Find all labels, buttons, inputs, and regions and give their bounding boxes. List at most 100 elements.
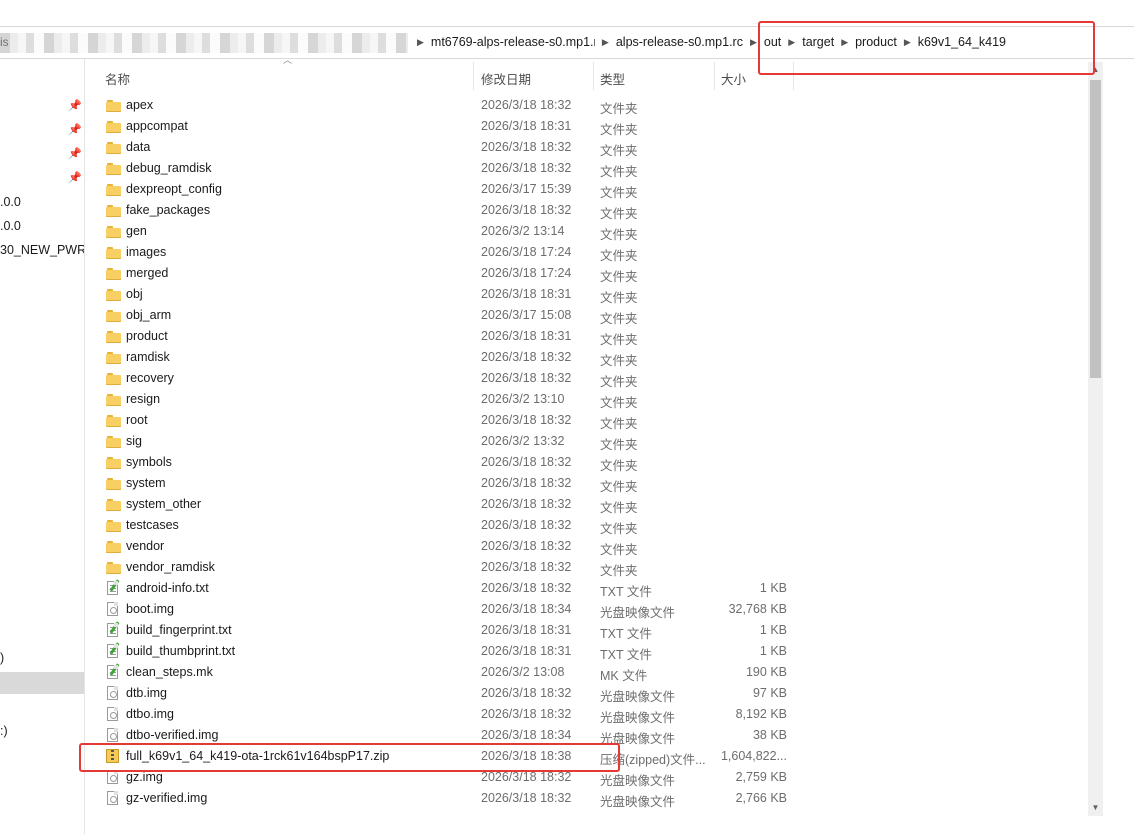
file-type: MK 文件	[600, 669, 648, 683]
file-list: apex 2026/3/18 18:32 文件夹 appcompat 2026/3/18…	[100, 95, 1090, 809]
file-row[interactable]: gen 2026/3/2 13:14 文件夹	[100, 221, 1090, 242]
file-modified-date: 2026/3/18 18:32	[481, 203, 572, 217]
breadcrumb-item-out[interactable]: out	[764, 35, 781, 49]
file-row[interactable]: sig 2026/3/2 13:32 文件夹	[100, 431, 1090, 452]
folder-icon	[106, 476, 121, 491]
file-name: full_k69v1_64_k419-ota-1rck61v164bspP17.…	[126, 749, 390, 763]
file-type: 文件夹	[600, 417, 638, 431]
address-bar[interactable]: is ▶ mt6769-alps-release-s0.mp1.rc ▶ alp…	[0, 26, 1134, 59]
file-row[interactable]: system 2026/3/18 18:32 文件夹	[100, 473, 1090, 494]
nav-item[interactable]: :)	[0, 724, 8, 738]
column-divider[interactable]	[473, 62, 474, 90]
file-row[interactable]: images 2026/3/18 17:24 文件夹	[100, 242, 1090, 263]
file-row[interactable]: gz-verified.img 2026/3/18 18:32 光盘映像文件 2,76…	[100, 788, 1090, 809]
file-row[interactable]: debug_ramdisk 2026/3/18 18:32 文件夹	[100, 158, 1090, 179]
file-row[interactable]: recovery 2026/3/18 18:32 文件夹	[100, 368, 1090, 389]
file-row[interactable]: build_fingerprint.txt 2026/3/18 18:31 TXT …	[100, 620, 1090, 641]
file-name: boot.img	[126, 602, 174, 616]
column-header-type[interactable]: 类型	[600, 69, 625, 88]
file-name: android-info.txt	[126, 581, 209, 595]
folder-icon	[106, 245, 121, 260]
vertical-scrollbar[interactable]: ▲ ▼	[1088, 62, 1103, 816]
disc-image-icon	[107, 770, 118, 784]
scroll-down-arrow-icon[interactable]: ▼	[1088, 800, 1103, 816]
chevron-right-icon[interactable]: ▶	[841, 37, 848, 48]
nav-item[interactable]: .0.0	[0, 219, 21, 233]
file-row[interactable]: dexpreopt_config 2026/3/17 15:39 文件夹	[100, 179, 1090, 200]
file-row[interactable]: product 2026/3/18 18:31 文件夹	[100, 326, 1090, 347]
breadcrumb-item-product[interactable]: product	[855, 35, 897, 49]
nav-item[interactable]: )	[0, 651, 4, 665]
file-name: build_fingerprint.txt	[126, 623, 232, 637]
file-row[interactable]: gz.img 2026/3/18 18:32 光盘映像文件 2,759 KB	[100, 767, 1090, 788]
file-row[interactable]: dtbo.img 2026/3/18 18:32 光盘映像文件 8,192 KB	[100, 704, 1090, 725]
nav-item[interactable]: 30_NEW_PWRC	[0, 243, 84, 257]
file-row[interactable]: full_k69v1_64_k419-ota-1rck61v164bspP17.…	[100, 746, 1090, 767]
file-name: system_other	[126, 497, 202, 511]
file-row[interactable]: obj 2026/3/18 18:31 文件夹	[100, 284, 1090, 305]
file-row[interactable]: data 2026/3/18 18:32 文件夹	[100, 137, 1090, 158]
file-type: 光盘映像文件	[600, 795, 676, 809]
file-name: build_thumbprint.txt	[126, 644, 236, 658]
file-row[interactable]: ramdisk 2026/3/18 18:32 文件夹	[100, 347, 1090, 368]
chevron-right-icon[interactable]: ▶	[788, 37, 795, 48]
column-header-size[interactable]: 大小	[721, 69, 746, 88]
nav-item-selected[interactable]	[0, 672, 84, 694]
chevron-right-icon[interactable]: ▶	[904, 37, 911, 48]
file-row[interactable]: android-info.txt 2026/3/18 18:32 TXT 文件 1 K…	[100, 578, 1090, 599]
file-row[interactable]: system_other 2026/3/18 18:32 文件夹	[100, 494, 1090, 515]
navigation-pane[interactable]: 📌 📌 📌 📌 .0.0 .0.0 30_NEW_PWRC ) :)	[0, 59, 85, 834]
folder-icon	[106, 266, 121, 281]
file-modified-date: 2026/3/2 13:32	[481, 434, 565, 448]
column-header-name[interactable]: 名称	[105, 69, 130, 88]
file-row[interactable]: vendor 2026/3/18 18:32 文件夹	[100, 536, 1090, 557]
breadcrumb-item-mt6769[interactable]: mt6769-alps-release-s0.mp1.rc	[431, 35, 595, 49]
column-divider[interactable]	[714, 62, 715, 90]
file-row[interactable]: dtb.img 2026/3/18 18:32 光盘映像文件 97 KB	[100, 683, 1090, 704]
file-modified-date: 2026/3/17 15:39	[481, 182, 572, 196]
column-header-date[interactable]: 修改日期	[481, 69, 531, 88]
file-name: gz-verified.img	[126, 791, 208, 805]
file-modified-date: 2026/3/18 18:32	[481, 476, 572, 490]
column-divider[interactable]	[793, 62, 794, 90]
chevron-right-icon[interactable]: ▶	[602, 37, 609, 48]
column-headers: 名称 修改日期 类型 大小	[96, 62, 1086, 90]
file-size: 2,759 KB	[735, 770, 787, 784]
file-modified-date: 2026/3/18 18:34	[481, 602, 572, 616]
file-row[interactable]: root 2026/3/18 18:32 文件夹	[100, 410, 1090, 431]
file-row[interactable]: appcompat 2026/3/18 18:31 文件夹	[100, 116, 1090, 137]
file-row[interactable]: vendor_ramdisk 2026/3/18 18:32 文件夹	[100, 557, 1090, 578]
breadcrumb-item-alps[interactable]: alps-release-s0.mp1.rc	[616, 35, 743, 49]
file-size: 2,766 KB	[735, 791, 787, 805]
file-row[interactable]: resign 2026/3/2 13:10 文件夹	[100, 389, 1090, 410]
file-type: 光盘映像文件	[600, 774, 676, 788]
folder-icon	[106, 329, 121, 344]
file-modified-date: 2026/3/18 18:31	[481, 329, 572, 343]
column-divider[interactable]	[593, 62, 594, 90]
file-modified-date: 2026/3/18 18:31	[481, 644, 572, 658]
file-row[interactable]: boot.img 2026/3/18 18:34 光盘映像文件 32,768 KB	[100, 599, 1090, 620]
file-row[interactable]: testcases 2026/3/18 18:32 文件夹	[100, 515, 1090, 536]
file-name: debug_ramdisk	[126, 161, 212, 175]
file-row[interactable]: dtbo-verified.img 2026/3/18 18:34 光盘映像文件 38…	[100, 725, 1090, 746]
file-name: system	[126, 476, 166, 490]
chevron-right-icon[interactable]: ▶	[417, 37, 424, 48]
breadcrumb-item-current[interactable]: k69v1_64_k419	[918, 35, 1006, 49]
file-type: 文件夹	[600, 249, 638, 263]
scroll-up-arrow-icon[interactable]: ▲	[1088, 62, 1103, 78]
chevron-right-icon[interactable]: ▶	[750, 37, 757, 48]
scrollbar-thumb[interactable]	[1090, 80, 1101, 378]
file-row[interactable]: obj_arm 2026/3/17 15:08 文件夹	[100, 305, 1090, 326]
nav-item[interactable]: .0.0	[0, 195, 21, 209]
file-size: 38 KB	[752, 728, 787, 742]
file-row[interactable]: clean_steps.mk 2026/3/2 13:08 MK 文件 190 KB	[100, 662, 1090, 683]
breadcrumb-item-target[interactable]: target	[802, 35, 834, 49]
file-type: 文件夹	[600, 459, 638, 473]
file-type: 光盘映像文件	[600, 732, 676, 746]
file-row[interactable]: symbols 2026/3/18 18:32 文件夹	[100, 452, 1090, 473]
file-row[interactable]: build_thumbprint.txt 2026/3/18 18:31 TXT 文…	[100, 641, 1090, 662]
file-name: symbols	[126, 455, 172, 469]
file-row[interactable]: merged 2026/3/18 17:24 文件夹	[100, 263, 1090, 284]
file-row[interactable]: fake_packages 2026/3/18 18:32 文件夹	[100, 200, 1090, 221]
file-row[interactable]: apex 2026/3/18 18:32 文件夹	[100, 95, 1090, 116]
